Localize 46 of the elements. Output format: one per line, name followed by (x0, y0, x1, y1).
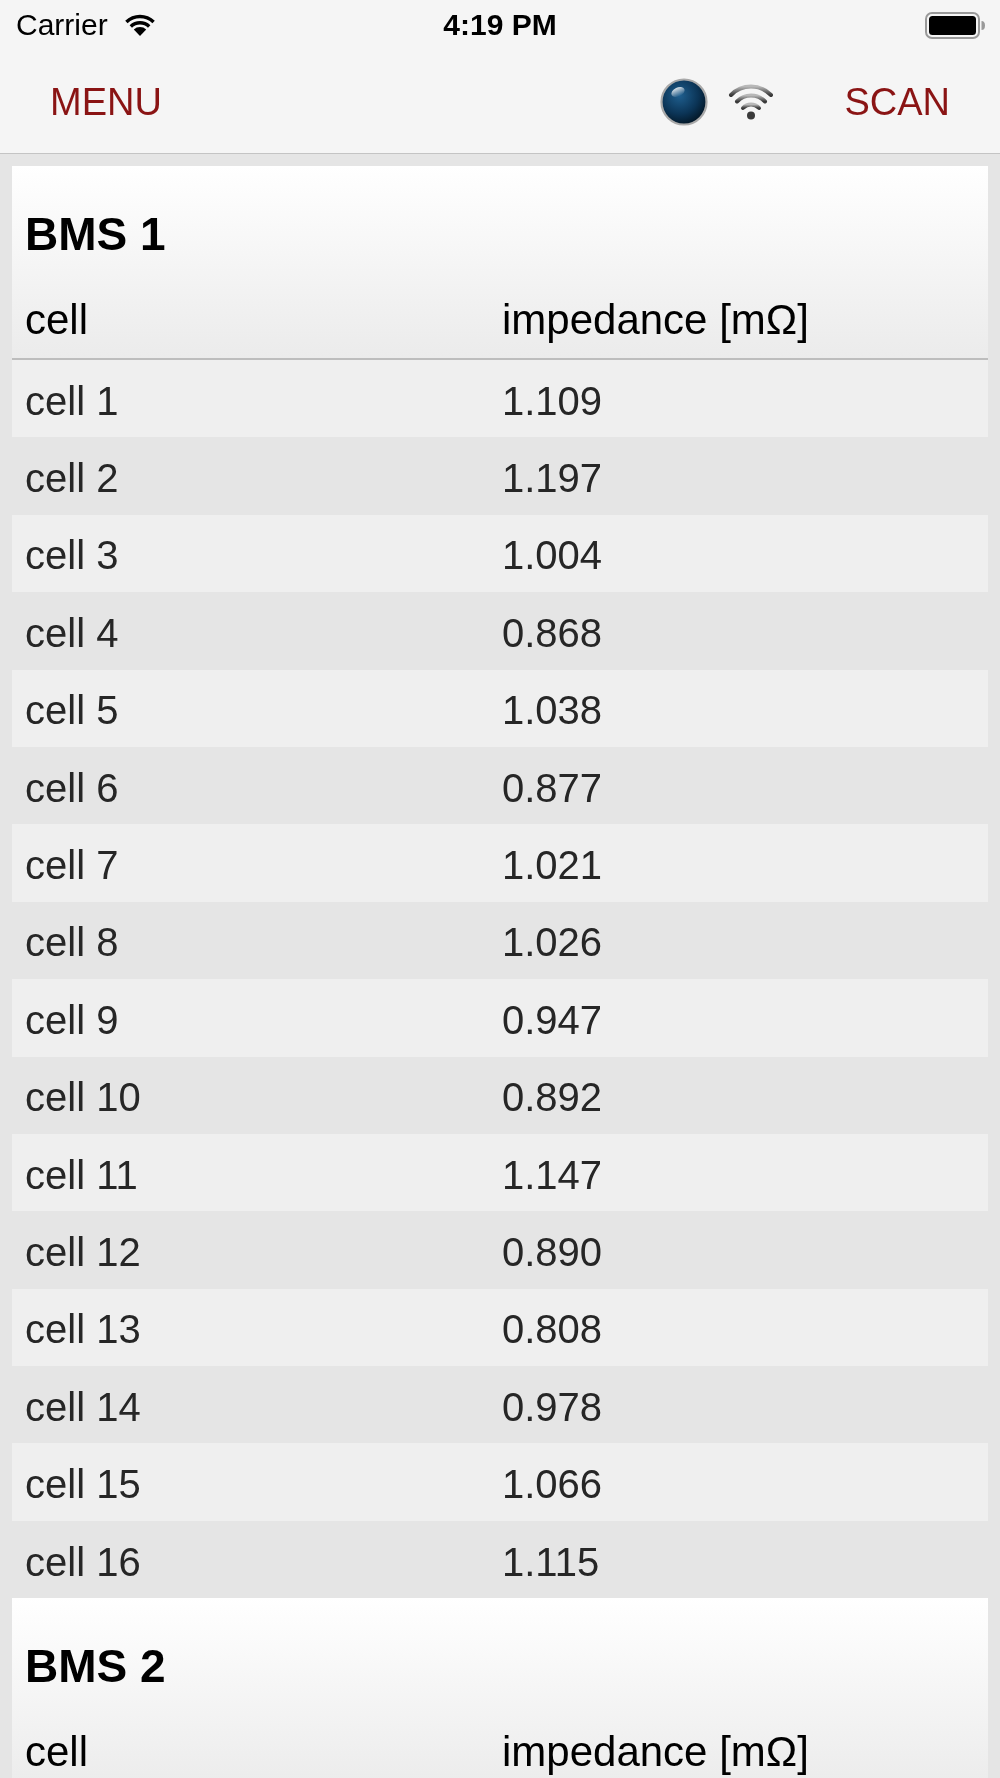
table-cell-text: cell 6 (25, 764, 119, 811)
table-cell-text: 1.147 (502, 1151, 603, 1198)
table-cell-text: cell 3 (25, 532, 119, 579)
section-title: BMS 1 (25, 207, 166, 262)
table-cell-text: 0.877 (502, 764, 603, 811)
table-cell-text: 1.066 (502, 1461, 603, 1508)
table-cell-text: 1.026 (502, 919, 603, 966)
table-cell-text: 1.109 (502, 377, 603, 424)
table-cell-text: cell 12 (25, 1229, 141, 1275)
table-cell-text: cell 14 (25, 1383, 141, 1430)
menu-button[interactable]: MENU (50, 78, 162, 125)
column-header: impedance [mΩ] (502, 296, 809, 344)
table-cell-text: cell 4 (25, 609, 119, 656)
table-cell-text: cell 1 (25, 377, 119, 424)
status-light-icon (660, 77, 709, 126)
section-title: BMS 2 (25, 1639, 166, 1695)
table-cell-text: cell 8 (25, 919, 119, 966)
table-cell-text: 1.004 (502, 532, 603, 579)
table-cell-text: cell 9 (25, 996, 119, 1043)
table-cell-text: cell 11 (25, 1151, 138, 1198)
wifi-icon (123, 13, 156, 37)
column-header: cell (25, 1728, 89, 1777)
table-cell-text: cell 16 (25, 1538, 141, 1585)
table-cell-text: 1.197 (502, 455, 603, 502)
table-cell-text: 1.115 (502, 1538, 600, 1585)
column-header: cell (25, 296, 89, 344)
table-cell-text: 1.021 (502, 842, 603, 889)
table-cell-text: cell 5 (25, 687, 119, 734)
table-cell-text: 0.890 (502, 1229, 603, 1275)
table-cell-text: cell 13 (25, 1306, 141, 1353)
battery-icon (925, 11, 985, 39)
table-cell-text: 1.038 (502, 687, 603, 734)
table-cell-text: 0.868 (502, 609, 603, 656)
scan-button[interactable]: SCAN (844, 78, 950, 125)
carrier-name: Carrier (16, 7, 108, 43)
table-cell-text: cell 10 (25, 1074, 141, 1121)
table-cell-text: cell 15 (25, 1461, 141, 1508)
table-cell-text: 0.947 (502, 996, 603, 1043)
table-cell-text: 0.978 (502, 1383, 603, 1430)
table-cell-text: 0.808 (502, 1306, 603, 1353)
wifi-icon (728, 82, 775, 121)
table-cell-text: cell 7 (25, 842, 119, 889)
status-time: 4:19 PM (443, 7, 557, 43)
column-header: impedance [mΩ] (502, 1728, 809, 1777)
table-cell-text: 0.892 (502, 1074, 603, 1121)
table-cell-text: cell 2 (25, 455, 119, 502)
